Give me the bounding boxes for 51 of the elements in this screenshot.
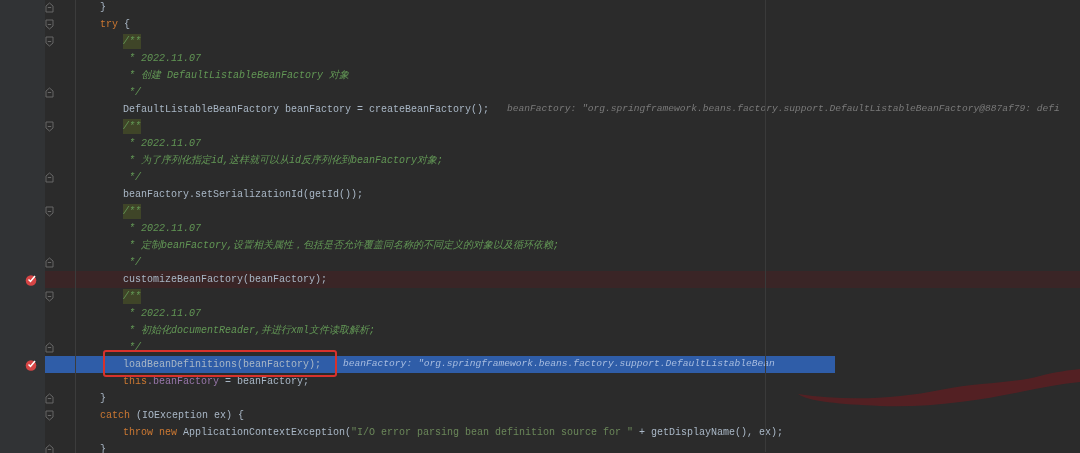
code-text: + getDisplayName(), ex); <box>638 426 784 440</box>
code-text: = beanFactory; <box>224 375 310 389</box>
comment-text: */ <box>128 171 141 185</box>
keyword-text: try <box>100 18 118 32</box>
doc-comment-start: /** <box>123 34 141 49</box>
code-text: (IOException ex) { <box>135 409 245 423</box>
code-text: { <box>123 18 131 32</box>
fold-icon[interactable] <box>45 19 54 30</box>
code-text: DefaultListableBeanFactory beanFactory = createBeanFactory(); <box>123 103 490 117</box>
comment-text: */ <box>128 86 141 100</box>
comment-text: * 2022.11.07 <box>128 307 201 321</box>
fold-icon[interactable] <box>45 121 54 132</box>
comment-text: * 创建 DefaultListableBeanFactory 对象 <box>128 68 350 83</box>
fold-icon[interactable] <box>45 206 54 217</box>
field-text: .beanFactory <box>147 375 220 389</box>
string-literal: "I/O error parsing bean definition source for " <box>351 426 634 440</box>
comment-text: * 定制beanFactory,设置相关属性，包括是否允许覆盖同名称的不同定义的对象以及循环依赖; <box>128 238 559 253</box>
code-text: } <box>100 392 106 406</box>
fold-icon[interactable] <box>45 291 54 302</box>
code-text: } <box>100 1 106 15</box>
doc-comment-start: /** <box>123 289 141 304</box>
breakpoint-icon[interactable] <box>25 358 37 371</box>
code-text: loadBeanDefinitions(beanFactory); <box>123 358 322 372</box>
unfold-icon[interactable] <box>45 257 54 268</box>
inline-value-hint: beanFactory: "org.springframework.beans.factory.support.DefaultListableBeanFactory@887af79: defi <box>507 102 1060 117</box>
keyword-text: catch <box>100 409 130 423</box>
unfold-icon[interactable] <box>45 2 54 13</box>
comment-text: * 2022.11.07 <box>128 222 201 236</box>
unfold-icon[interactable] <box>45 393 54 404</box>
unfold-icon[interactable] <box>45 172 54 183</box>
code-text: ApplicationContextException( <box>183 426 352 440</box>
gutter-cell[interactable] <box>0 0 45 16</box>
unfold-icon[interactable] <box>45 342 54 353</box>
comment-text: */ <box>128 256 141 270</box>
keyword-text: throw new <box>123 426 178 440</box>
unfold-icon[interactable] <box>45 444 54 453</box>
code-text: beanFactory.setSerializationId(getId()); <box>123 188 364 202</box>
doc-comment-start: /** <box>123 119 141 134</box>
breakpoint-icon[interactable] <box>25 273 37 286</box>
comment-text: * 为了序列化指定id,这样就可以从id反序列化到beanFactory对象; <box>128 153 444 168</box>
doc-comment-start: /** <box>123 204 141 219</box>
unfold-icon[interactable] <box>45 87 54 98</box>
comment-text: * 2022.11.07 <box>128 52 201 66</box>
keyword-text: this <box>123 375 147 389</box>
gutter-cell[interactable] <box>0 441 45 453</box>
comment-text: * 2022.11.07 <box>128 137 201 151</box>
comment-text: * 初始化documentReader,并进行xml文件读取解析; <box>128 323 376 338</box>
fold-icon[interactable] <box>45 410 54 421</box>
comment-text: */ <box>128 341 141 355</box>
code-text: customizeBeanFactory(beanFactory); <box>123 273 328 287</box>
fold-icon[interactable] <box>45 36 54 47</box>
